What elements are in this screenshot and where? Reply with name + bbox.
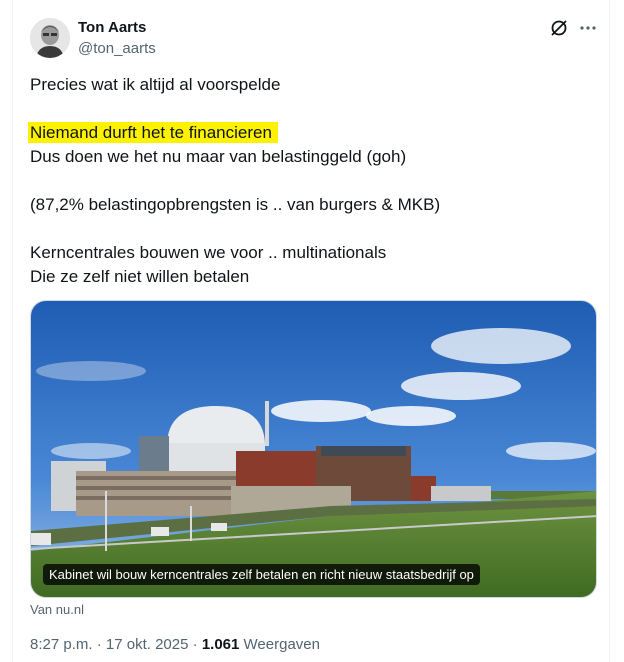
grok-icon[interactable] [549, 18, 569, 38]
views-label: Weergaven [243, 636, 320, 653]
tweet-line: Dus doen we het nu maar van belastinggel… [30, 147, 407, 166]
tweet-line: Precies wat ik altijd al voorspelde [30, 75, 281, 94]
avatar[interactable] [30, 18, 70, 58]
tweet-text: Precies wat ik altijd al voorspelde Niem… [28, 73, 600, 289]
meta-separator: · [92, 636, 106, 653]
link-card-image[interactable]: Kabinet wil bouw kerncentrales zelf beta… [30, 300, 597, 598]
link-source[interactable]: Van nu.nl [30, 602, 84, 617]
tweet-card: Ton Aarts @ton_aarts Precies wat ik alti… [12, 0, 610, 662]
views-count: 1.061 [201, 636, 240, 653]
more-icon[interactable] [577, 18, 599, 38]
tweet-line-gap [30, 217, 600, 241]
link-card-caption: Kabinet wil bouw kerncentrales zelf beta… [43, 564, 480, 585]
tweet-line: Kerncentrales bouwen we voor .. multinat… [30, 243, 387, 262]
author-handle[interactable]: @ton_aarts [78, 40, 156, 57]
highlighted-text: Niemand durft het te financieren [28, 122, 278, 143]
nuclear-plant-photo [31, 301, 596, 597]
tweet-line: Die ze zelf niet willen betalen [30, 267, 250, 286]
tweet-meta: 8:27 p.m. · 17 okt. 2025 · 1.061 Weergav… [30, 636, 320, 653]
tweet-line: (87,2% belastingopbrengsten is .. van bu… [30, 195, 441, 214]
author-name[interactable]: Ton Aarts [78, 19, 146, 36]
tweet-date[interactable]: 17 okt. 2025 [106, 636, 189, 653]
tweet-line-gap [30, 97, 600, 121]
tweet-line-gap [30, 169, 600, 193]
meta-separator: · [188, 636, 202, 653]
tweet-time[interactable]: 8:27 p.m. [30, 636, 93, 653]
avatar-photo-icon [30, 18, 70, 58]
tweet-line-highlighted: Niemand durft het te financieren [28, 121, 600, 145]
